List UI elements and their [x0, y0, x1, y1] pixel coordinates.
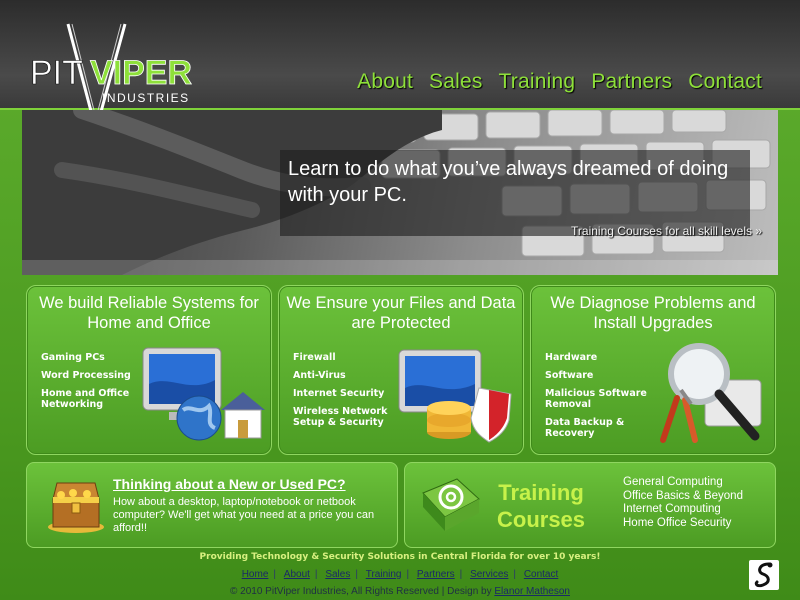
snake-icon	[749, 560, 779, 590]
divider: |	[459, 569, 463, 580]
header: PIT VIPER INDUSTRIES About Sales Trainin…	[0, 0, 800, 134]
card-list: Firewall Anti-Virus Internet Security Wi…	[293, 352, 397, 435]
systems-card[interactable]: We build Reliable Systems for Home and O…	[26, 285, 272, 455]
nav-partners[interactable]: Partners	[591, 70, 672, 94]
svg-text:INDUSTRIES: INDUSTRIES	[102, 91, 190, 105]
card-title: We build Reliable Systems for Home and O…	[39, 294, 259, 332]
designer-link[interactable]: Elanor Matheson	[494, 586, 570, 597]
footer-link-services[interactable]: Services	[470, 569, 508, 580]
list-item: Home and Office Networking	[41, 388, 130, 410]
footer-link-sales[interactable]: Sales	[325, 569, 350, 580]
training-title-line2: Courses	[497, 507, 586, 532]
footer-link-contact[interactable]: Contact	[524, 569, 558, 580]
training-courses-link[interactable]: Training Courses for all skill levels »	[571, 224, 762, 238]
nav-about[interactable]: About	[357, 70, 413, 94]
svg-text:PIT: PIT	[30, 54, 83, 92]
list-item: Hardware	[545, 352, 598, 363]
protection-card[interactable]: We Ensure your Files and Data are Protec…	[278, 285, 524, 455]
magnifier-tools-icon	[660, 343, 762, 443]
promo-title[interactable]: Thinking about a New or Used PC?	[113, 476, 346, 492]
training-courses-promo[interactable]: Training Courses General Computing Offic…	[404, 462, 776, 548]
footer-link-training[interactable]: Training	[366, 569, 402, 580]
card-list: Gaming PCs Word Processing Home and Offi…	[41, 352, 145, 417]
list-item: Data Backup & Recovery	[545, 417, 625, 439]
divider: |	[513, 569, 517, 580]
list-item: Office Basics & Beyond	[623, 489, 743, 502]
card-title: We Ensure your Files and Data are Protec…	[286, 294, 516, 332]
hero-bottom-strip	[22, 260, 778, 275]
list-item: Wireless Network Setup & Security	[293, 406, 388, 428]
treasure-chest-icon	[48, 482, 104, 533]
list-item: Internet Computing	[623, 503, 721, 515]
training-title[interactable]: Training Courses	[497, 479, 585, 533]
computer-globe-house-icon	[142, 347, 265, 441]
copyright-text: © 2010 PitViper Industries, All Rights R…	[230, 586, 492, 597]
hero-banner: Learn to do what you’ve always dreamed o…	[22, 110, 778, 275]
at-book-icon	[422, 478, 480, 531]
training-title-line1: Training	[498, 480, 584, 505]
list-item: Software	[545, 370, 594, 381]
list-item: Home Office Security	[623, 516, 732, 529]
list-item: Firewall	[293, 352, 336, 363]
divider: |	[314, 569, 318, 580]
footer-nav: Home | About | Sales | Training | Partners | …	[0, 569, 800, 580]
computer-database-shield-icon	[398, 349, 512, 443]
main-nav: About Sales Training Partners Contact	[357, 70, 762, 94]
card-list: Hardware Software Malicious Software Rem…	[545, 352, 649, 446]
list-item: Word Processing	[41, 370, 131, 381]
new-used-pc-promo[interactable]: Thinking about a New or Used PC? How abo…	[26, 462, 398, 548]
nav-sales[interactable]: Sales	[429, 70, 483, 94]
list-item: Malicious Software Removal	[545, 388, 647, 410]
svg-text:VIPER: VIPER	[90, 54, 192, 92]
footer-link-home[interactable]: Home	[242, 569, 269, 580]
divider: |	[273, 569, 276, 580]
divider: |	[406, 569, 410, 580]
nav-contact[interactable]: Contact	[688, 70, 762, 94]
footer-tagline: Providing Technology & Security Solution…	[199, 552, 601, 562]
list-item: Internet Security	[293, 388, 385, 399]
copyright: © 2010 PitViper Industries, All Rights R…	[0, 586, 800, 597]
promo-text: How about a desktop, laptop/notebook or …	[113, 496, 375, 534]
diagnostics-card[interactable]: We Diagnose Problems and Install Upgrade…	[530, 285, 776, 455]
divider: |	[355, 569, 358, 580]
list-item: Gaming PCs	[41, 352, 105, 363]
footer-link-partners[interactable]: Partners	[417, 569, 455, 580]
training-list: General Computing Office Basics & Beyond…	[623, 476, 743, 530]
nav-training[interactable]: Training	[499, 70, 576, 94]
footer-link-about[interactable]: About	[284, 569, 310, 580]
card-title: We Diagnose Problems and Install Upgrade…	[550, 294, 756, 332]
list-item: Anti-Virus	[293, 370, 346, 381]
hero-headline: Learn to do what you’ve always dreamed o…	[288, 158, 729, 206]
list-item: General Computing	[623, 476, 723, 488]
